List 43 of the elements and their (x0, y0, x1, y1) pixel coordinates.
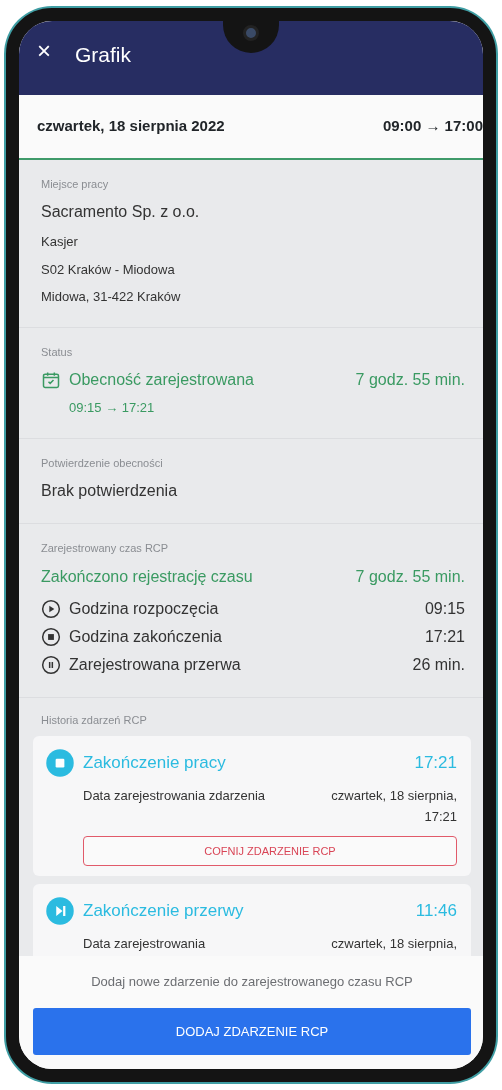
pause-circle-icon (41, 654, 61, 675)
time-value: 17:21 (424, 626, 465, 647)
skip-circle-icon (45, 896, 75, 927)
time-label: Godzina rozpoczęcia (69, 598, 220, 619)
shift-date: czwartek, 18 sierpnia 2022 (37, 116, 225, 136)
section-label: Historia zdarzeń RCP (40, 712, 148, 728)
calendar-check-icon (41, 370, 61, 390)
add-event-hint: Dodaj nowe zdarzenie do zarejestrowanego czasu RCP (90, 973, 414, 991)
event-time: 17:21 (414, 752, 457, 775)
section-label: Potwierdzenie obecności (41, 455, 164, 471)
event-date-value: czwartek, 18 sierpnia, (331, 935, 457, 954)
screen-title: Grafik (75, 42, 132, 68)
time-value: 26 min. (412, 654, 465, 675)
rcp-duration: 7 godz. 55 min. (355, 566, 465, 587)
workplace-detail: Kasjer (41, 233, 79, 251)
stop-circle-icon (45, 748, 75, 778)
time-label: Zarejestrowana przerwa (69, 654, 242, 675)
event-title: Zakończenie pracy (83, 752, 227, 775)
event-date-label: Data zarejestrowania (83, 935, 206, 954)
undo-event-button[interactable]: COFNIJ ZDARZENIE RCP (83, 835, 457, 867)
shift-hours: 09:00 → 17:00 (382, 116, 483, 136)
status-text: Obecność zarejestrowana (69, 370, 255, 390)
company-name: Sacramento Sp. z o.o. (41, 202, 201, 222)
status-time-range: 09:15 → 17:21 (69, 399, 156, 417)
event-time: 11:46 (415, 900, 457, 923)
section-label: Miejsce pracy (41, 176, 110, 192)
event-date-value: czwartek, 18 sierpnia, 17:21 (330, 787, 457, 826)
status-duration: 7 godz. 55 min. (355, 370, 465, 390)
camera-icon (243, 25, 259, 41)
section-label: Zarejestrowany czas RCP (41, 541, 170, 556)
time-label: Godzina zakończenia (69, 626, 223, 647)
event-title: Zakończenie przerwy (83, 900, 245, 923)
close-button[interactable]: × (37, 39, 51, 63)
workplace-detail: Midowa, 31-422 Kraków (41, 288, 182, 306)
rcp-summary: Zakończono rejestrację czasu (41, 566, 253, 587)
add-event-button[interactable]: DODAJ ZDARZENIE RCP (33, 1007, 471, 1055)
confirmation-value: Brak potwierdzenia (41, 481, 179, 501)
event-date-label: Data zarejestrowania zdarzenia (83, 787, 266, 805)
stop-circle-icon (41, 626, 61, 647)
time-value: 09:15 (424, 598, 465, 619)
workplace-detail: S02 Kraków - Miodowa (41, 260, 176, 279)
play-circle-icon (41, 598, 61, 619)
section-label: Status (41, 344, 74, 360)
